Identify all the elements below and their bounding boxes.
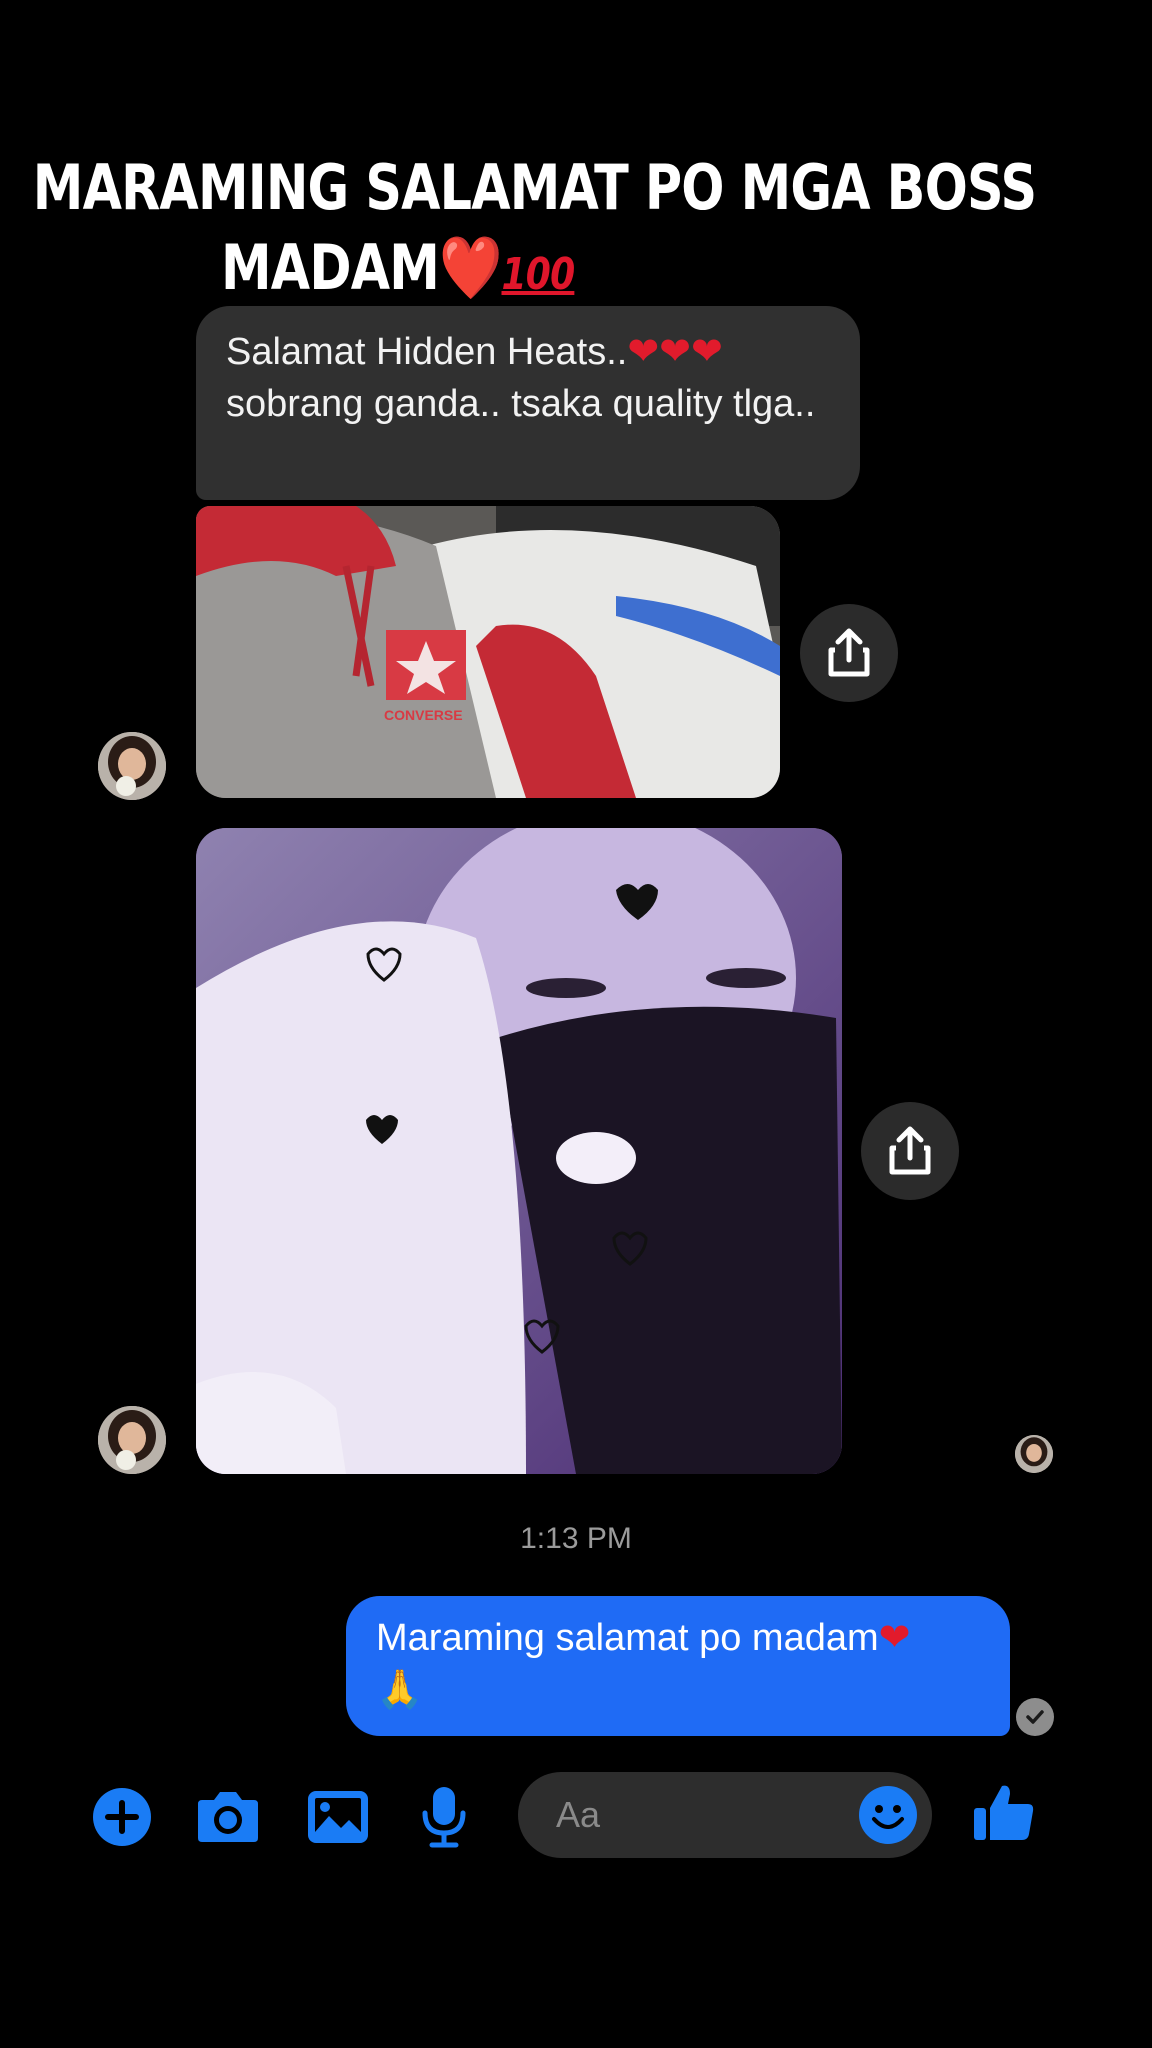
incoming-message-bubble[interactable]: Salamat Hidden Heats..❤❤❤ sobrang ganda.… <box>196 306 860 500</box>
hundred-emoji: 100 <box>501 249 575 300</box>
heart-emoji: ❤ <box>878 1617 911 1659</box>
share-icon <box>828 628 870 677</box>
read-receipt-avatar <box>1015 1435 1053 1473</box>
heart-emoji: ❤️ <box>439 231 502 304</box>
hoodies-image: CONVERSE <box>196 506 780 798</box>
hearts-emoji: ❤❤❤ <box>627 331 723 373</box>
outgoing-message-bubble[interactable]: Maraming salamat po madam❤ 🙏 <box>346 1596 1010 1736</box>
incoming-message-text-2: sobrang ganda.. tsaka quality tlga.. <box>226 383 816 425</box>
photo-message-selfie[interactable] <box>196 828 842 1474</box>
thumbs-up-icon <box>974 1785 1034 1840</box>
avatar-image <box>98 1406 166 1474</box>
sent-check-icon <box>1016 1698 1054 1736</box>
camera-icon <box>198 1792 258 1842</box>
photo-message-hoodies[interactable]: CONVERSE <box>196 506 780 798</box>
sender-avatar[interactable] <box>98 732 166 800</box>
selfie-image <box>196 828 842 1474</box>
share-icon <box>889 1126 931 1175</box>
microphone-button[interactable] <box>412 1785 476 1849</box>
message-timestamp: 1:13 PM <box>520 1522 632 1555</box>
emoji-icon <box>859 1786 917 1844</box>
like-button[interactable] <box>972 1780 1036 1844</box>
camera-button[interactable] <box>196 1785 260 1849</box>
message-input-placeholder: Aa <box>556 1794 601 1835</box>
pray-emoji: 🙏 <box>376 1669 424 1711</box>
incoming-message-text-1: Salamat Hidden Heats.. <box>226 331 628 373</box>
sender-avatar[interactable] <box>98 1406 166 1474</box>
caption-line-2: MADAM❤️100 <box>221 231 575 304</box>
plus-icon <box>93 1788 151 1846</box>
gallery-button[interactable] <box>306 1785 370 1849</box>
outgoing-message-text: Maraming salamat po madam <box>376 1617 879 1659</box>
avatar-image <box>1015 1435 1053 1473</box>
converse-logo-text: CONVERSE <box>384 707 463 723</box>
plus-button[interactable] <box>90 1785 154 1849</box>
caption-line-1: MARAMING SALAMAT PO MGA BOSS <box>32 151 1037 224</box>
share-button-photo2[interactable] <box>861 1102 959 1200</box>
share-button-photo1[interactable] <box>800 604 898 702</box>
gallery-icon <box>308 1791 368 1843</box>
avatar-image <box>98 732 166 800</box>
emoji-button[interactable] <box>858 1785 918 1845</box>
microphone-icon <box>422 1787 466 1848</box>
story-caption: MARAMING SALAMAT PO MGA BOSS MADAM❤️100 <box>0 148 1037 315</box>
